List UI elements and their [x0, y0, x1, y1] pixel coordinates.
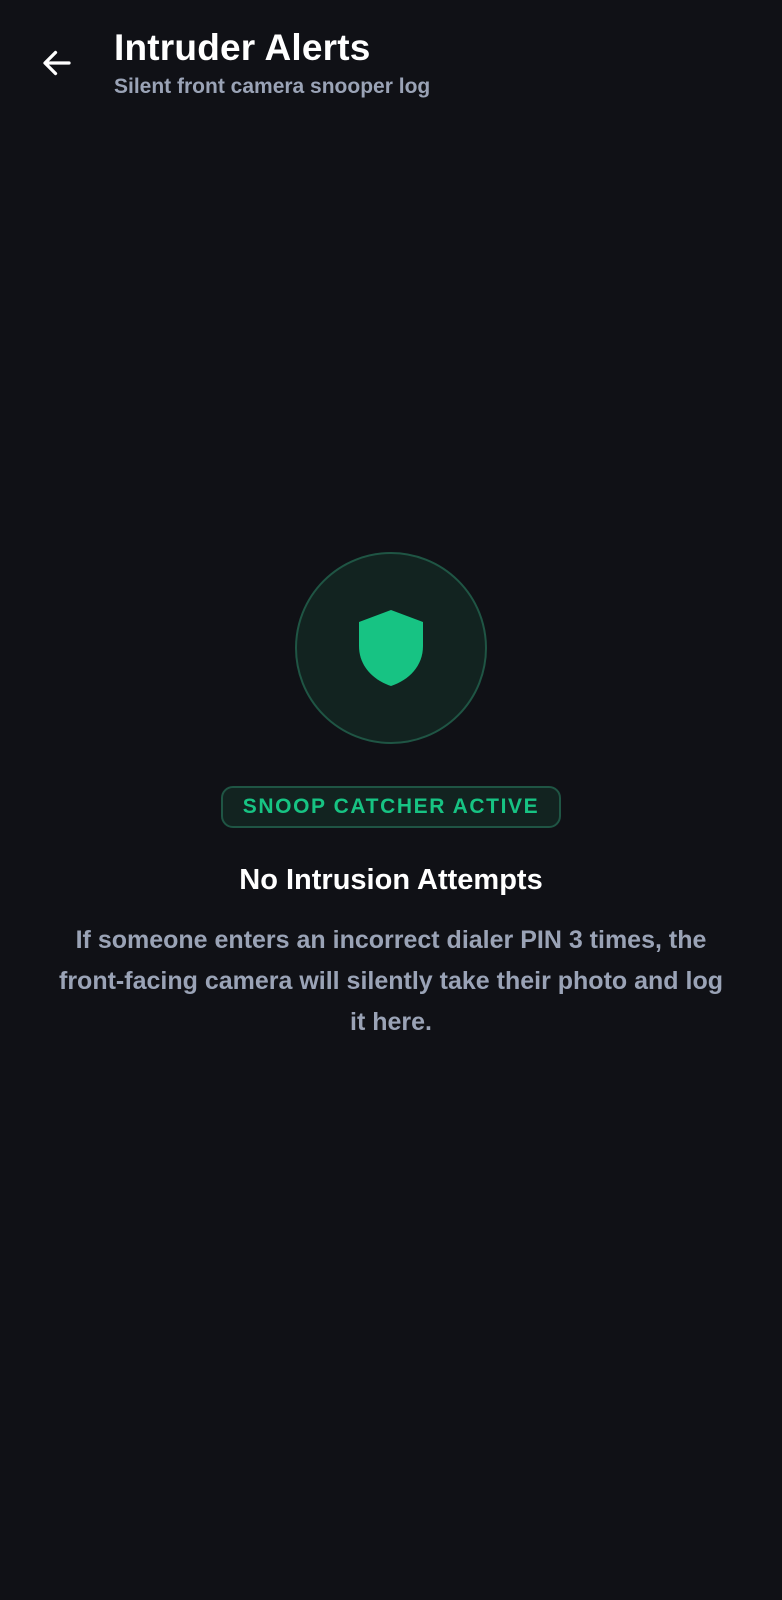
- empty-state: SNOOP CATCHER ACTIVE No Intrusion Attemp…: [0, 552, 782, 1043]
- arrow-left-icon: [43, 50, 71, 76]
- shield-badge-circle: [295, 552, 487, 744]
- header-titles: Intruder Alerts Silent front camera snoo…: [114, 26, 430, 100]
- page-title: Intruder Alerts: [114, 27, 371, 68]
- shield-icon: [359, 610, 423, 686]
- empty-state-title: No Intrusion Attempts: [239, 864, 543, 896]
- empty-state-description: If someone enters an incorrect dialer PI…: [59, 926, 723, 1036]
- page-subtitle: Silent front camera snooper log: [114, 75, 431, 98]
- status-badge: SNOOP CATCHER ACTIVE: [220, 786, 562, 828]
- back-button[interactable]: [28, 34, 86, 92]
- intruder-alerts-screen: Intruder Alerts Silent front camera snoo…: [0, 0, 782, 1600]
- app-header: Intruder Alerts Silent front camera snoo…: [0, 0, 782, 120]
